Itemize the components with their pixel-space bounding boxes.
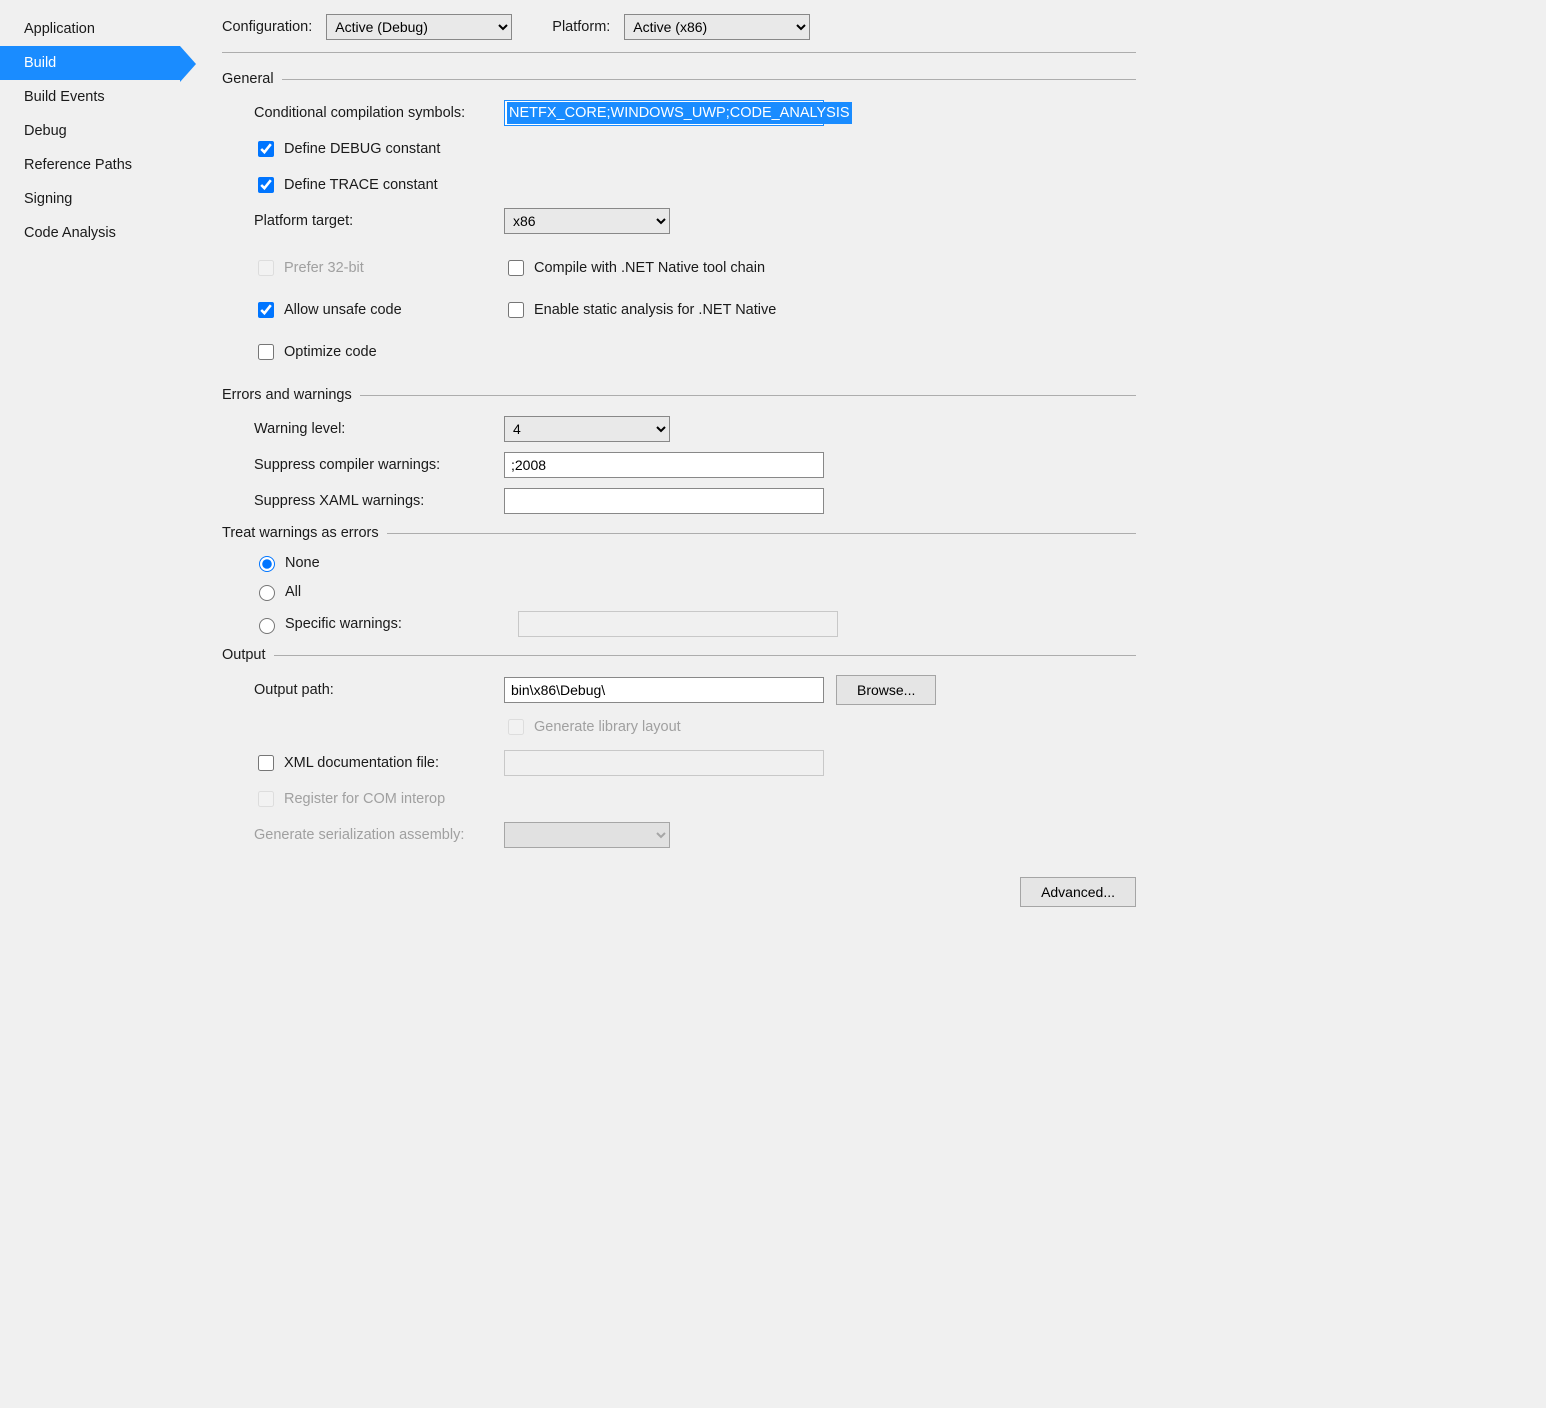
xml-doc-input[interactable] [258, 755, 274, 771]
register-com-label: Register for COM interop [284, 791, 445, 807]
section-header-treat: Treat warnings as errors [222, 525, 1136, 541]
symbols-label: Conditional compilation symbols: [254, 105, 504, 121]
divider-line [360, 395, 1136, 396]
generate-library-input [508, 719, 524, 735]
sidebar-item-code-analysis[interactable]: Code Analysis [0, 216, 180, 250]
sidebar-item-build[interactable]: Build [0, 46, 180, 80]
platform-select[interactable]: Active (x86) [624, 14, 810, 40]
divider-line [274, 655, 1136, 656]
sidebar-item-reference-paths[interactable]: Reference Paths [0, 148, 180, 182]
config-platform-row: Configuration: Active (Debug) Platform: … [222, 14, 1136, 40]
divider [222, 52, 1136, 53]
suppress-compiler-input[interactable] [504, 452, 824, 478]
treat-all-radio[interactable] [259, 585, 275, 601]
xml-doc-path-input [504, 750, 824, 776]
section-header-output: Output [222, 647, 1136, 663]
configuration-select[interactable]: Active (Debug) [326, 14, 512, 40]
compile-net-native-input[interactable] [508, 260, 524, 276]
prefer-32bit-input [258, 260, 274, 276]
suppress-compiler-label: Suppress compiler warnings: [254, 457, 504, 473]
sidebar-nav: Application Build Build Events Debug Ref… [0, 0, 180, 1054]
divider-line [387, 533, 1136, 534]
enable-static-analysis-checkbox[interactable]: Enable static analysis for .NET Native [504, 299, 776, 321]
compile-net-native-label: Compile with .NET Native tool chain [534, 260, 765, 276]
treat-none-radio[interactable] [259, 556, 275, 572]
section-title-general: General [222, 71, 274, 87]
treat-specific-radio[interactable] [259, 618, 275, 634]
browse-button[interactable]: Browse... [836, 675, 936, 705]
allow-unsafe-input[interactable] [258, 302, 274, 318]
gen-serialization-select [504, 822, 670, 848]
advanced-button[interactable]: Advanced... [1020, 877, 1136, 907]
prefer-32bit-label: Prefer 32-bit [284, 260, 364, 276]
symbols-selected-text: NETFX_CORE;WINDOWS_UWP;CODE_ANALYSIS [507, 102, 852, 124]
xml-doc-checkbox[interactable]: XML documentation file: [254, 752, 504, 774]
warning-level-select[interactable]: 4 [504, 416, 670, 442]
divider-line [282, 79, 1136, 80]
define-debug-input[interactable] [258, 141, 274, 157]
treat-all-label: All [285, 584, 301, 600]
symbols-input[interactable]: NETFX_CORE;WINDOWS_UWP;CODE_ANALYSIS [504, 100, 824, 126]
prefer-32bit-checkbox: Prefer 32-bit [254, 257, 364, 279]
generate-library-label: Generate library layout [534, 719, 681, 735]
enable-static-analysis-label: Enable static analysis for .NET Native [534, 302, 776, 318]
section-header-general: General [222, 71, 1136, 87]
section-header-errors: Errors and warnings [222, 387, 1136, 403]
section-title-output: Output [222, 647, 266, 663]
platform-label: Platform: [552, 19, 610, 35]
suppress-xaml-input[interactable] [504, 488, 824, 514]
generate-library-checkbox: Generate library layout [504, 716, 681, 738]
compile-net-native-checkbox[interactable]: Compile with .NET Native tool chain [504, 257, 765, 279]
sidebar-item-debug[interactable]: Debug [0, 114, 180, 148]
platform-target-label: Platform target: [254, 213, 504, 229]
suppress-xaml-label: Suppress XAML warnings: [254, 493, 504, 509]
sidebar-item-build-events[interactable]: Build Events [0, 80, 180, 114]
define-debug-checkbox[interactable]: Define DEBUG constant [254, 138, 440, 160]
define-trace-label: Define TRACE constant [284, 177, 438, 193]
optimize-code-label: Optimize code [284, 344, 377, 360]
output-path-input[interactable] [504, 677, 824, 703]
define-debug-label: Define DEBUG constant [284, 141, 440, 157]
platform-target-select[interactable]: x86 [504, 208, 670, 234]
allow-unsafe-checkbox[interactable]: Allow unsafe code [254, 299, 402, 321]
sidebar-item-application[interactable]: Application [0, 12, 180, 46]
register-com-checkbox: Register for COM interop [254, 788, 445, 810]
xml-doc-label: XML documentation file: [284, 755, 439, 771]
register-com-input [258, 791, 274, 807]
section-title-treat: Treat warnings as errors [222, 525, 379, 541]
define-trace-input[interactable] [258, 177, 274, 193]
enable-static-analysis-input[interactable] [508, 302, 524, 318]
output-path-label: Output path: [254, 682, 504, 698]
configuration-label: Configuration: [222, 19, 312, 35]
section-title-errors: Errors and warnings [222, 387, 352, 403]
allow-unsafe-label: Allow unsafe code [284, 302, 402, 318]
define-trace-checkbox[interactable]: Define TRACE constant [254, 174, 438, 196]
optimize-code-input[interactable] [258, 344, 274, 360]
gen-serialization-label: Generate serialization assembly: [254, 827, 504, 843]
warning-level-label: Warning level: [254, 421, 504, 437]
treat-specific-label: Specific warnings: [285, 616, 511, 632]
build-page: Configuration: Active (Debug) Platform: … [180, 0, 1158, 1054]
sidebar-item-signing[interactable]: Signing [0, 182, 180, 216]
optimize-code-checkbox[interactable]: Optimize code [254, 341, 377, 363]
treat-specific-input [518, 611, 838, 637]
treat-none-label: None [285, 555, 320, 571]
